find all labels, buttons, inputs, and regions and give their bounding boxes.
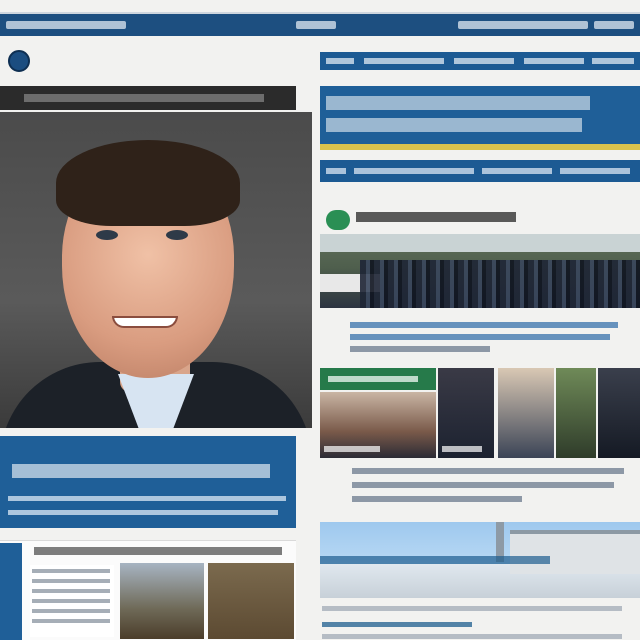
text-line [32,599,110,603]
gallery-summary-line [352,482,614,488]
top-nav-bar [0,12,640,36]
photo-eye-left [96,230,118,240]
gallery-thumb[interactable] [598,368,640,458]
right-top-nav [320,52,640,70]
top-nav-links-left[interactable] [6,21,126,29]
gallery-strip [320,368,640,458]
text-line [32,619,110,623]
bottom-left-story [0,540,296,640]
site-name[interactable] [34,52,204,72]
subnav-item[interactable] [354,168,474,174]
top-nav-link-last[interactable] [594,21,634,29]
text-line [32,609,110,613]
top-nav-links-right[interactable] [458,21,588,29]
right-nav-item[interactable] [364,58,444,64]
subnav-item[interactable] [326,168,346,174]
text-line [32,589,110,593]
feature-subnav [320,160,640,182]
bottom-story-text-column [30,565,114,637]
photo-mouth [112,316,178,328]
left-story-banner[interactable] [0,436,296,528]
crowd-summary-line [350,322,618,328]
photo-hair [56,140,240,226]
gallery-caption [324,446,380,452]
feature-headline-line-1 [326,96,590,110]
gallery-thumb[interactable] [438,368,494,458]
footer-line [322,606,622,611]
hero-photo[interactable] [0,112,312,428]
photo-eye-right [166,230,188,240]
text-line [32,569,110,573]
hero-kicker-bar [0,86,296,110]
feature-headline-banner[interactable] [320,86,640,150]
gallery-summary-line [352,496,522,502]
text-line [32,579,110,583]
top-nav-link-center[interactable] [296,21,336,29]
crowd-summary-line [350,346,490,352]
subnav-item[interactable] [560,168,630,174]
right-nav-item[interactable] [454,58,514,64]
gallery-thumb[interactable] [556,368,596,458]
footer-link[interactable] [322,622,472,627]
crowd-summary-line [350,334,610,340]
news-page [0,0,640,640]
right-nav-item[interactable] [326,58,354,64]
building-structure [510,530,640,574]
gallery-thumb[interactable] [320,392,436,458]
subnav-item[interactable] [482,168,552,174]
bottom-story-headline[interactable] [34,547,282,555]
gallery-summary-line [352,468,624,474]
building-walkway [320,556,550,564]
crowd-story-headline[interactable] [356,212,516,222]
hero-kicker-text [24,94,264,102]
crowd-sky [320,234,640,252]
crowd-photo[interactable] [320,234,640,308]
bottom-left-accent-bar [0,543,22,640]
left-story-headline [12,464,270,478]
left-story-summary-line [8,496,286,501]
left-story-summary-line [8,510,278,515]
section-badge-icon [326,210,350,230]
gallery-thumb[interactable] [498,368,554,458]
feature-headline-line-2 [326,118,582,132]
site-logo-icon[interactable] [8,50,30,72]
footer-story-lines [320,604,640,640]
bottom-story-image-person[interactable] [208,563,294,639]
bottom-story-image-city[interactable] [120,563,204,639]
right-nav-item[interactable] [524,58,584,64]
right-nav-item[interactable] [592,58,634,64]
footer-line [322,634,622,639]
building-photo[interactable] [320,522,640,598]
gallery-caption [442,446,482,452]
crowd-people [360,260,640,308]
